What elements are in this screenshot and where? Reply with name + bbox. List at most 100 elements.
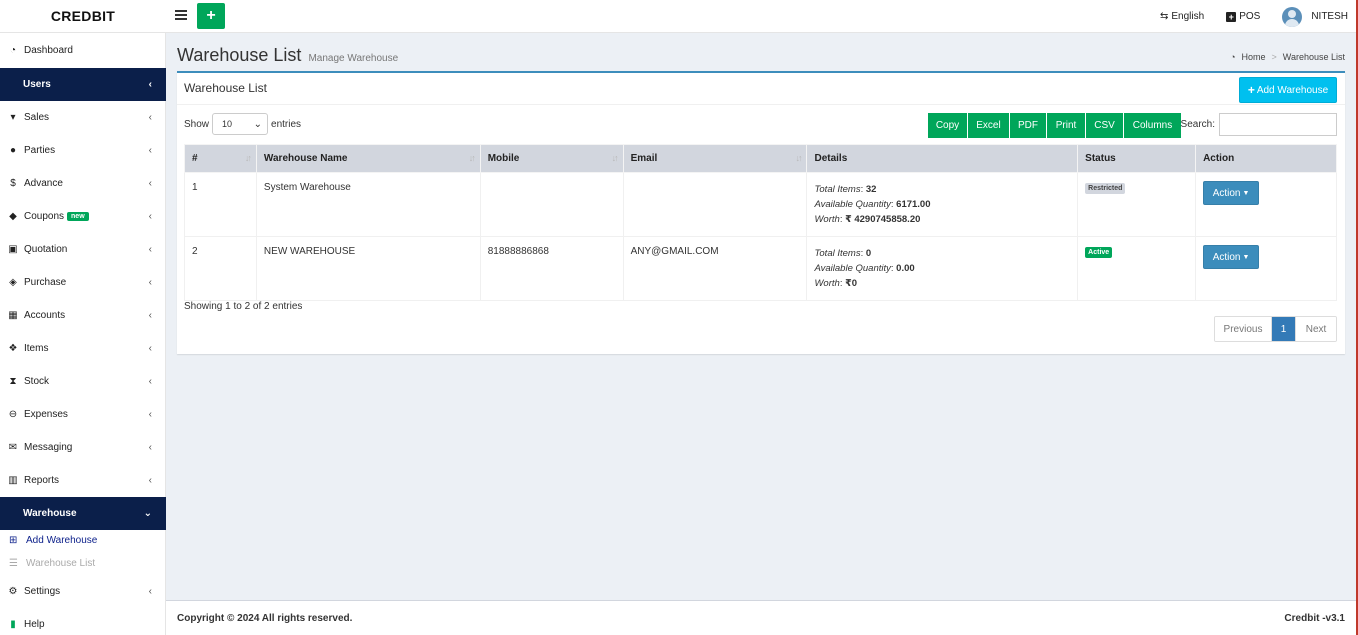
chevron-left-icon: ‹ (148, 475, 152, 486)
cart-icon: ▾ (10, 112, 16, 123)
search-input[interactable] (1219, 113, 1337, 136)
sidebar-item-help[interactable]: ▮ Help (0, 608, 166, 635)
caret-down-icon: ▼ (1242, 189, 1250, 197)
chevron-left-icon: ‹ (148, 79, 152, 90)
chevron-left-icon: ‹ (148, 409, 152, 420)
action-dropdown-button[interactable]: Action ▼ (1203, 181, 1260, 205)
status-badge: Active (1085, 247, 1113, 258)
col-header-number[interactable]: # ↓↑ (184, 144, 257, 173)
caret-down-icon: ▼ (1242, 253, 1250, 261)
add-warehouse-button[interactable]: + Add Warehouse (1239, 77, 1337, 103)
action-dropdown-button[interactable]: Action ▼ (1203, 245, 1260, 269)
col-header-email[interactable]: Email ↓↑ (622, 144, 808, 173)
sidebar-item-advance[interactable]: $ Advance ‹ (0, 167, 166, 200)
chevron-left-icon: ‹ (148, 244, 152, 255)
page-title: Warehouse List (177, 45, 302, 65)
sidebar-item-coupons[interactable]: ◆ Coupons new ‹ (0, 200, 166, 233)
details-cell: Total Items: 0 Available Quantity: 0.00 … (806, 236, 1079, 301)
brand-logo[interactable]: CREDBIT (0, 0, 166, 33)
pagination-next[interactable]: Next (1296, 317, 1336, 341)
grid-icon: ▦ (8, 310, 18, 321)
cogs-icon: ⚙ (8, 586, 18, 597)
sidebar-item-warehouse[interactable]: Warehouse ⌄ (0, 497, 166, 530)
pos-link[interactable]: + POS (1226, 11, 1260, 22)
translate-icon: ⇆ (1160, 11, 1169, 22)
sidebar-subitem-warehouse-list[interactable]: ☰ Warehouse List (0, 552, 166, 574)
language-label: English (1171, 11, 1205, 22)
chevron-down-icon: ⌄ (253, 118, 263, 130)
chevron-left-icon: ‹ (148, 343, 152, 354)
minus-circle-icon: ⊖ (8, 409, 18, 420)
csv-button[interactable]: CSV (1086, 113, 1124, 138)
sidebar-item-sales[interactable]: ▾ Sales ‹ (0, 101, 166, 134)
sidebar: ◔ Dashboard Users ‹ ▾ Sales ‹ ● Parties … (0, 33, 166, 635)
print-button[interactable]: Print (1047, 113, 1086, 138)
chevron-left-icon: ‹ (148, 376, 152, 387)
user-name: NITESH (1311, 11, 1348, 22)
sidebar-item-parties[interactable]: ● Parties ‹ (0, 134, 166, 167)
dollar-icon: $ (10, 178, 16, 189)
copyright-text: Copyright © 2024 All rights reserved. (177, 613, 353, 624)
col-header-warehouse-name[interactable]: Warehouse Name ↓↑ (255, 144, 481, 173)
sidebar-item-messaging[interactable]: ✉ Messaging ‹ (0, 431, 166, 464)
sort-icon: ↓↑ (795, 153, 802, 163)
page-subtitle: Manage Warehouse (308, 53, 399, 64)
sidebar-item-items[interactable]: ❖ Items ‹ (0, 332, 166, 365)
col-header-action: Action (1195, 144, 1337, 173)
chevron-left-icon: ‹ (148, 277, 152, 288)
pagination-page-1[interactable]: 1 (1272, 317, 1296, 341)
sidebar-item-reports[interactable]: ▥ Reports ‹ (0, 464, 166, 497)
footer: Copyright © 2024 All rights reserved. Cr… (166, 600, 1358, 635)
sidebar-item-accounts[interactable]: ▦ Accounts ‹ (0, 299, 166, 332)
show-entries: Show 10 ⌄ entries (184, 113, 301, 135)
sidebar-item-expenses[interactable]: ⊖ Expenses ‹ (0, 398, 166, 431)
sort-icon: ↓↑ (468, 153, 476, 163)
quick-add-button[interactable]: + (197, 3, 225, 29)
pagination-previous[interactable]: Previous (1215, 317, 1272, 341)
language-selector[interactable]: ⇆ English (1160, 11, 1204, 22)
calendar-plus-icon: ▣ (8, 244, 18, 255)
chevron-left-icon: ‹ (148, 211, 152, 222)
details-cell: Total Items: 32 Available Quantity: 6171… (806, 172, 1079, 237)
chevron-left-icon: ‹ (148, 586, 152, 597)
dashboard-icon: ◔ (1230, 52, 1236, 62)
menu-toggle-icon[interactable] (175, 8, 187, 22)
plus-icon: + (1247, 83, 1255, 97)
list-icon: ☰ (9, 557, 18, 569)
sort-icon: ↓↑ (244, 153, 252, 163)
plus-square-icon: ⊞ (9, 534, 18, 546)
sidebar-item-users[interactable]: Users ‹ (0, 68, 166, 101)
sidebar-item-settings[interactable]: ⚙ Settings ‹ (0, 575, 166, 608)
avatar (1282, 6, 1303, 27)
pdf-button[interactable]: PDF (1010, 113, 1047, 138)
sidebar-item-purchase[interactable]: ◈ Purchase ‹ (0, 266, 166, 299)
warehouse-list-box: Warehouse List + Add Warehouse Show 10 ⌄… (177, 71, 1345, 354)
sidebar-item-dashboard[interactable]: ◔ Dashboard (0, 34, 166, 67)
hourglass-icon: ⧗ (9, 376, 17, 387)
chevron-left-icon: ‹ (148, 442, 152, 453)
entries-select[interactable]: 10 ⌄ (212, 113, 269, 135)
sidebar-item-stock[interactable]: ⧗ Stock ‹ (0, 365, 166, 398)
col-header-status: Status (1077, 144, 1197, 173)
divider (177, 104, 1345, 105)
chevron-left-icon: ‹ (148, 145, 152, 156)
bar-chart-icon: ▥ (8, 475, 18, 486)
user-menu[interactable]: NITESH (1282, 6, 1348, 27)
users-icon: ● (9, 145, 17, 156)
table-info: Showing 1 to 2 of 2 entries (184, 301, 303, 312)
breadcrumb-home[interactable]: Home (1242, 52, 1266, 62)
col-header-details: Details (806, 144, 1079, 173)
plus-square-icon: + (1226, 11, 1237, 22)
columns-button[interactable]: Columns (1124, 113, 1181, 138)
warehouse-table: # ↓↑ Warehouse Name ↓↑ Mobile ↓↑ Email ↓↑ De… (184, 144, 1337, 301)
excel-button[interactable]: Excel (968, 113, 1010, 138)
sidebar-subitem-add-warehouse[interactable]: ⊞ Add Warehouse (0, 529, 166, 551)
chevron-left-icon: ‹ (148, 112, 152, 123)
copy-button[interactable]: Copy (928, 113, 968, 138)
col-header-mobile[interactable]: Mobile ↓↑ (479, 144, 624, 173)
breadcrumb-current: Warehouse List (1282, 52, 1345, 62)
table-row: 1 System Warehouse Total Items: 32 Avail… (184, 172, 1337, 237)
box-title: Warehouse List (184, 81, 267, 95)
sidebar-item-quotation[interactable]: ▣ Quotation ‹ (0, 233, 166, 266)
new-badge: new (67, 212, 89, 221)
